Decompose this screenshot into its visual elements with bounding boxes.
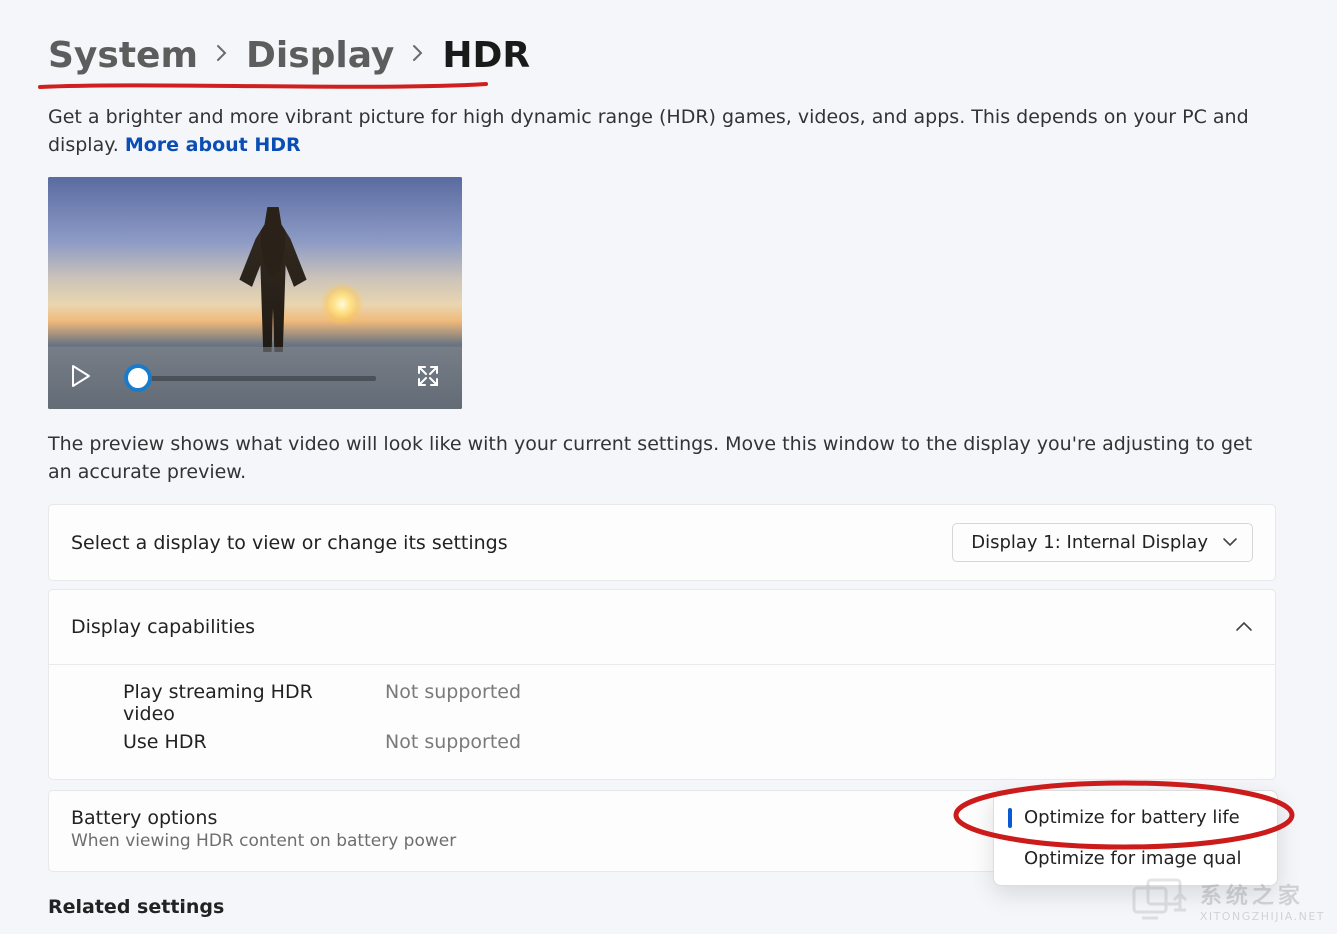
breadcrumb-hdr: HDR [442,35,530,76]
hdr-description: Get a brighter and more vibrant picture … [48,104,1276,159]
video-progress-slider[interactable] [126,376,376,381]
chevron-down-icon [1222,532,1238,553]
menu-item-label: Optimize for battery life [1024,807,1240,828]
video-progress-handle[interactable] [124,364,152,392]
display-selector-value: Display 1: Internal Display [971,532,1208,553]
display-capabilities-label: Display capabilities [71,616,255,638]
capability-label-use-hdr: Use HDR [123,731,351,753]
capability-row: Play streaming HDR video Not supported [123,681,1253,725]
preview-note: The preview shows what video will look l… [48,431,1276,486]
display-capabilities-body: Play streaming HDR video Not supported U… [49,665,1275,779]
menu-item-label: Optimize for image qual [1024,848,1242,869]
menu-item-optimize-battery[interactable]: Optimize for battery life [994,797,1277,838]
related-settings-heading: Related settings [48,896,1337,918]
chevron-right-icon [412,43,424,68]
hdr-preview-video[interactable] [48,177,462,409]
capability-value-stream-hdr: Not supported [385,681,521,725]
capability-row: Use HDR Not supported [123,731,1253,753]
more-about-hdr-link[interactable]: More about HDR [125,134,301,156]
display-selector-dropdown[interactable]: Display 1: Internal Display [952,523,1253,562]
battery-options-title: Battery options [71,807,456,829]
display-selector-card: Select a display to view or change its s… [48,504,1276,581]
battery-options-menu[interactable]: Optimize for battery life Optimize for i… [993,790,1278,886]
breadcrumb-display[interactable]: Display [246,35,394,76]
chevron-right-icon [216,43,228,68]
battery-options-subtitle: When viewing HDR content on battery powe… [71,831,456,851]
menu-item-optimize-image-quality[interactable]: Optimize for image qual [994,838,1277,879]
display-selector-label: Select a display to view or change its s… [71,532,508,554]
capability-value-use-hdr: Not supported [385,731,521,753]
breadcrumb: System Display HDR [48,35,1337,76]
display-capabilities-card: Display capabilities Play streaming HDR … [48,589,1276,780]
video-thumbnail-sun [320,282,364,326]
display-capabilities-header[interactable]: Display capabilities [49,590,1275,665]
play-icon[interactable] [70,364,92,392]
breadcrumb-system[interactable]: System [48,35,198,76]
chevron-up-icon [1235,618,1253,637]
annotation-underline [38,79,488,93]
capability-label-stream-hdr: Play streaming HDR video [123,681,351,725]
fullscreen-icon[interactable] [416,364,440,392]
video-controls [48,347,462,409]
